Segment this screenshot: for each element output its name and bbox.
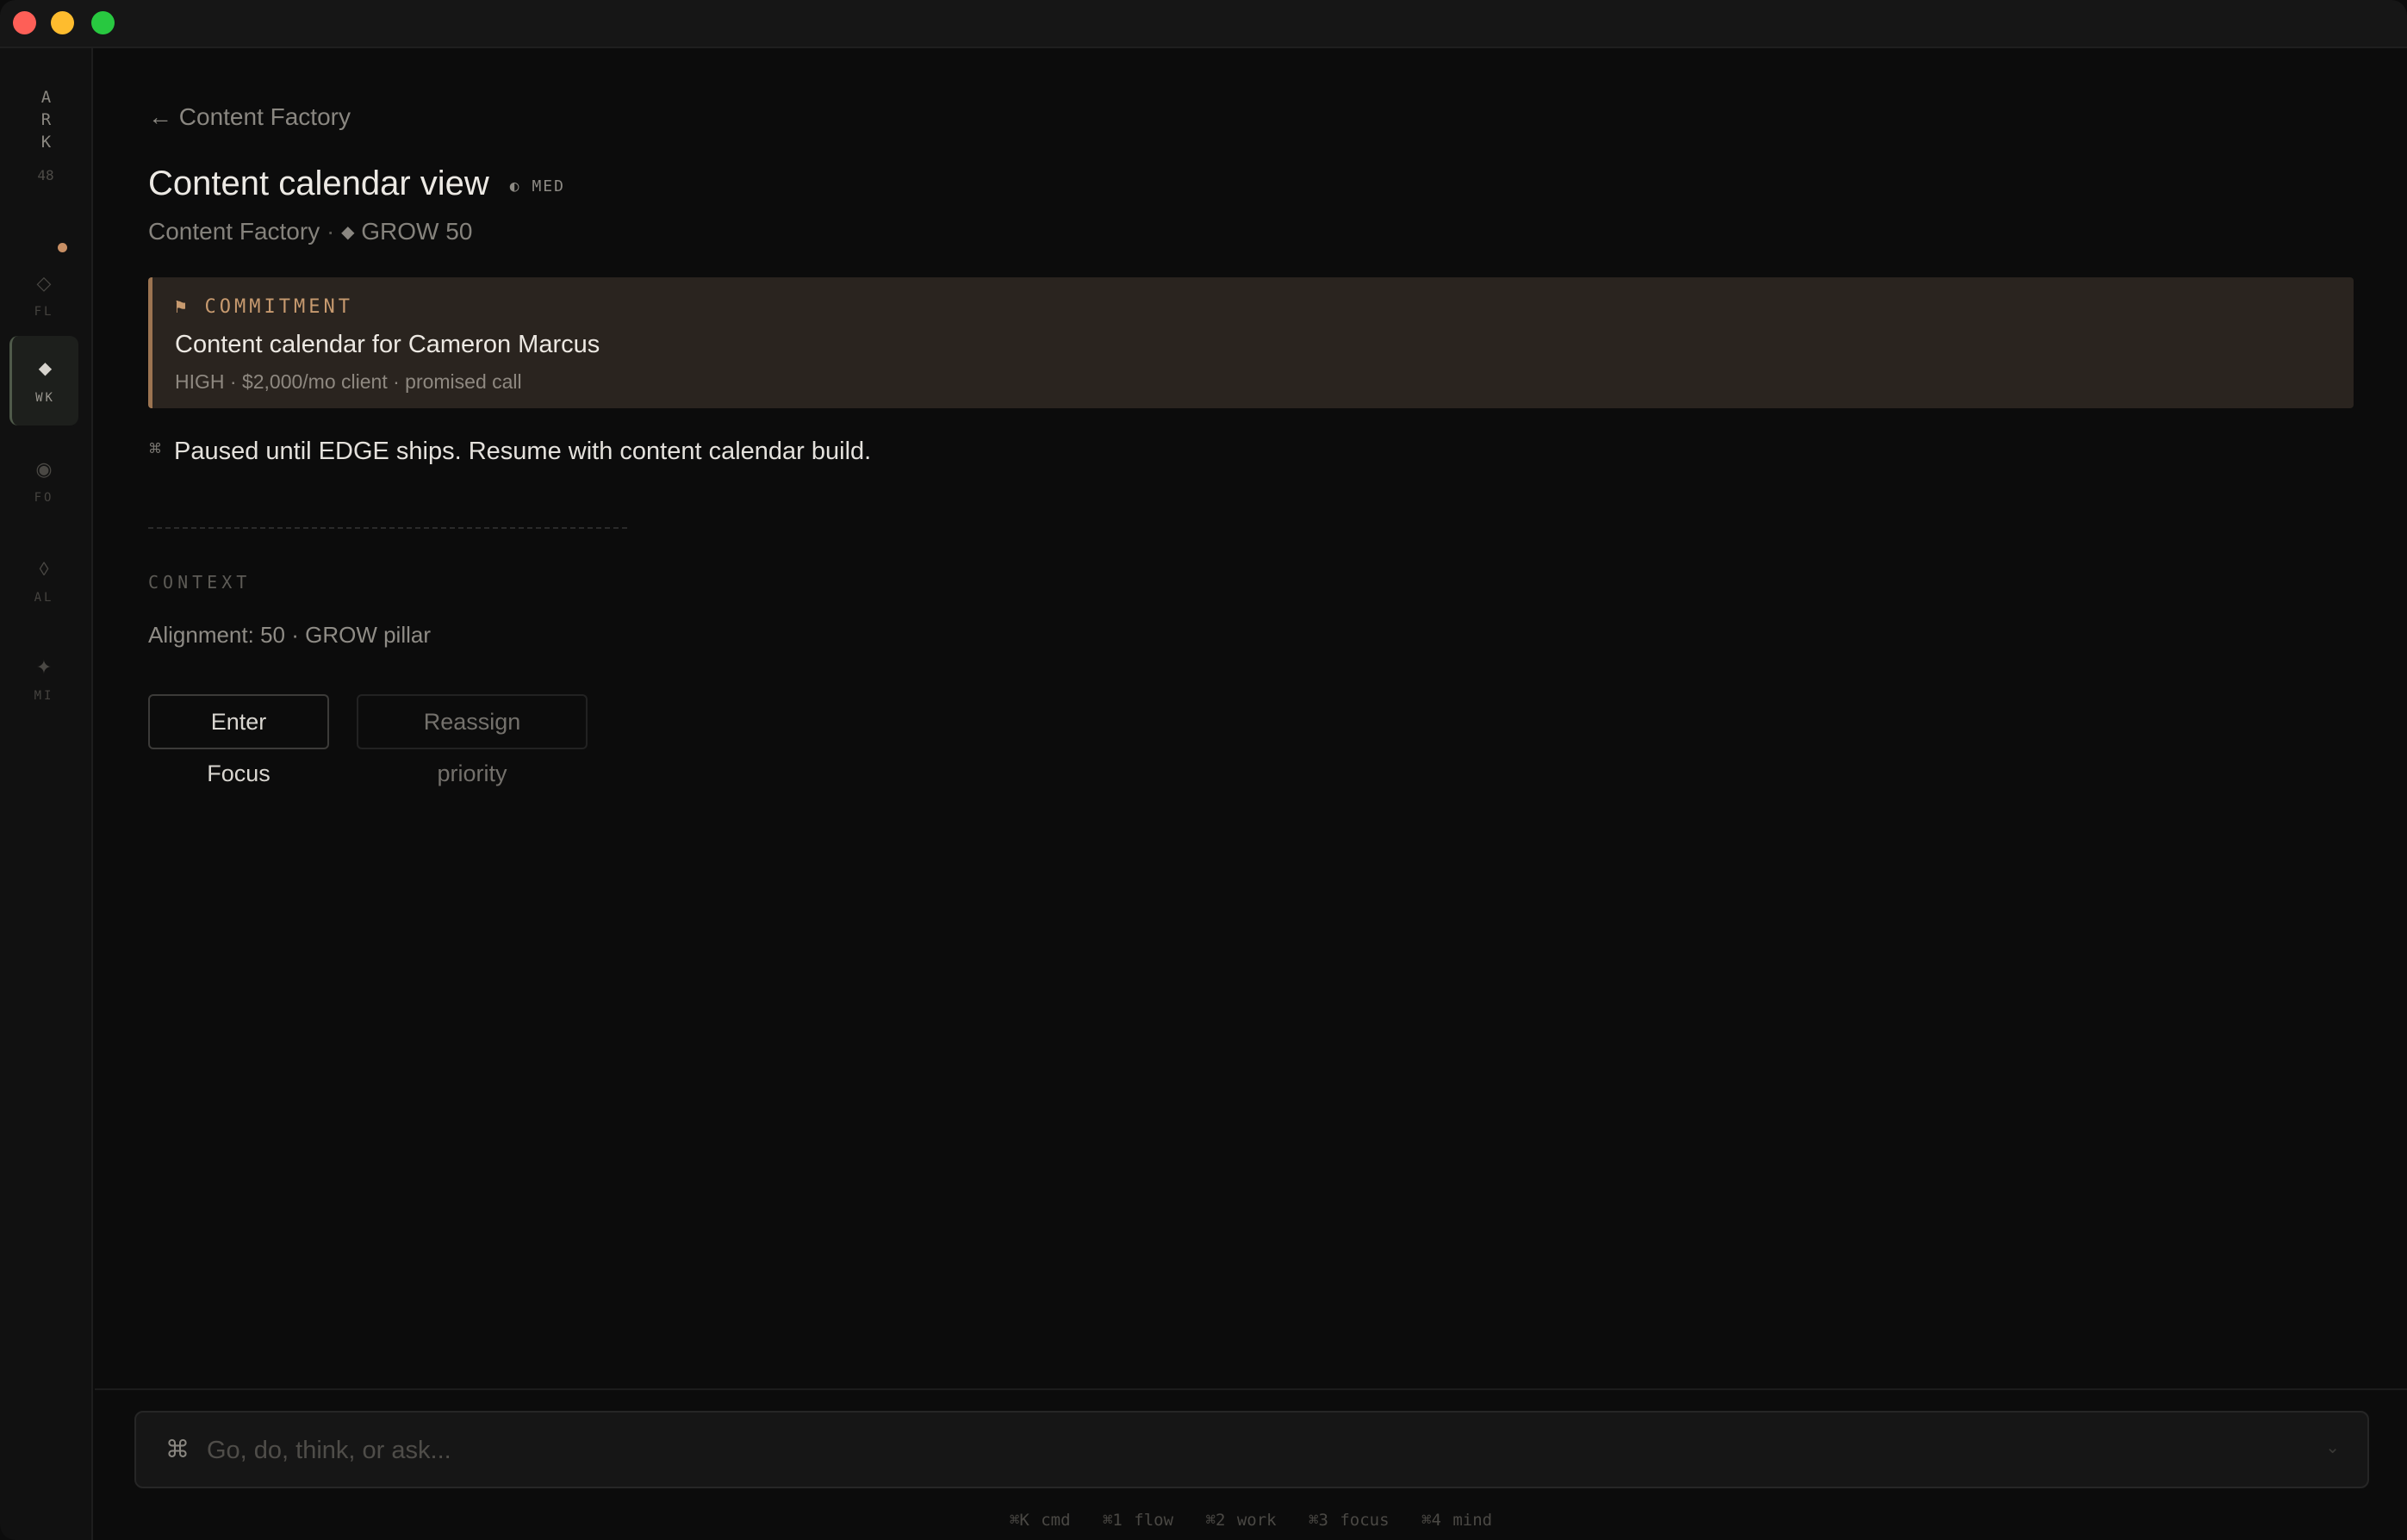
mind-star-icon: ✦ [35, 656, 53, 678]
maximize-window-button[interactable] [91, 11, 115, 34]
sidebar-item-flow[interactable]: ◇ FL [9, 250, 78, 339]
sidebar: ARK 48 ◇ FL ◆ WK ◉ FO ◊ AL ✦ MI [0, 48, 93, 1540]
command-icon: ⌘ [165, 1436, 190, 1462]
context-text: Alignment: 50 · GROW pillar [148, 622, 431, 648]
work-diamond-filled-icon: ◆ [38, 359, 53, 378]
goal-name: GROW 50 [361, 218, 473, 245]
shortcut-hints: ⌘K cmd ⌘1 flow ⌘2 work ⌘3 focus ⌘4 mind [95, 1511, 2407, 1530]
shortcut-hint: ⌘1 flow [1102, 1511, 1174, 1530]
footer: ⌘ ⌄ ⌘K cmd ⌘1 flow ⌘2 work ⌘3 focus ⌘4 m… [95, 1388, 2407, 1540]
shortcut-hint: ⌘3 focus [1309, 1511, 1390, 1530]
align-lozenge-icon: ◊ [39, 558, 49, 580]
sidebar-item-label: MI [34, 689, 54, 703]
title-row: Content calendar view ◐ MED [148, 162, 565, 205]
brand: ARK 48 [0, 88, 91, 183]
commitment-meta: HIGH · $2,000/mo client · promised call [175, 370, 522, 393]
brand-count: 48 [37, 167, 54, 183]
sidebar-item-mind[interactable]: ✦ MI [9, 634, 78, 723]
sidebar-item-label: FO [34, 491, 54, 505]
page-title: Content calendar view [148, 164, 489, 202]
dashed-divider [148, 527, 627, 529]
command-icon: ⌘ [148, 441, 162, 456]
main-content: ← Content Factory Content calendar view … [95, 50, 2407, 1389]
focus-target-icon: ◉ [35, 458, 53, 480]
project-name: Content Factory [148, 218, 320, 245]
commitment-tag: ⚑ COMMITMENT [175, 296, 353, 318]
sidebar-item-align[interactable]: ◊ AL [9, 536, 78, 625]
enter-focus-button[interactable]: Enter Focus [148, 694, 329, 786]
title-bar [0, 0, 2407, 48]
shortcut-hint: ⌘K cmd [1009, 1511, 1071, 1530]
sidebar-item-focus[interactable]: ◉ FO [9, 436, 78, 525]
minimize-window-button[interactable] [51, 11, 74, 34]
chevron-down-icon[interactable]: ⌄ [2325, 1437, 2340, 1458]
half-circle-icon: ◐ [509, 177, 521, 196]
separator: · [326, 218, 335, 245]
sidebar-item-work[interactable]: ◆ WK [9, 336, 78, 425]
back-link[interactable]: ← Content Factory [148, 103, 351, 131]
priority-badge: ◐ MED [510, 177, 565, 196]
sidebar-item-label: FL [34, 305, 54, 319]
breadcrumb: Content Factory · ◆ GROW 50 [148, 218, 472, 245]
app-window: ARK 48 ◇ FL ◆ WK ◉ FO ◊ AL ✦ MI ← Conten… [0, 0, 2407, 1540]
close-window-button[interactable] [13, 11, 36, 34]
reassign-priority-button[interactable]: Reassign priority [357, 694, 588, 786]
context-heading: CONTEXT [148, 572, 252, 593]
priority-label: MED [532, 177, 565, 196]
shortcut-hint: ⌘4 mind [1421, 1511, 1493, 1530]
command-input[interactable] [205, 1428, 2307, 1473]
goal-diamond-icon: ◆ [341, 223, 355, 242]
commitment-title: Content calendar for Cameron Marcus [175, 331, 600, 358]
sidebar-item-label: WK [35, 391, 55, 405]
shortcut-hint: ⌘2 work [1205, 1511, 1277, 1530]
command-bar[interactable]: ⌘ ⌄ [134, 1411, 2369, 1488]
sidebar-item-label: AL [34, 591, 54, 605]
note-text: Paused until EDGE ships. Resume with con… [174, 438, 872, 465]
task-note: ⌘ Paused until EDGE ships. Resume with c… [148, 438, 871, 466]
flow-diamond-outline-icon: ◇ [36, 272, 52, 294]
commitment-card: ⚑ COMMITMENT Content calendar for Camero… [148, 277, 2354, 408]
brand-name: ARK [36, 88, 56, 155]
